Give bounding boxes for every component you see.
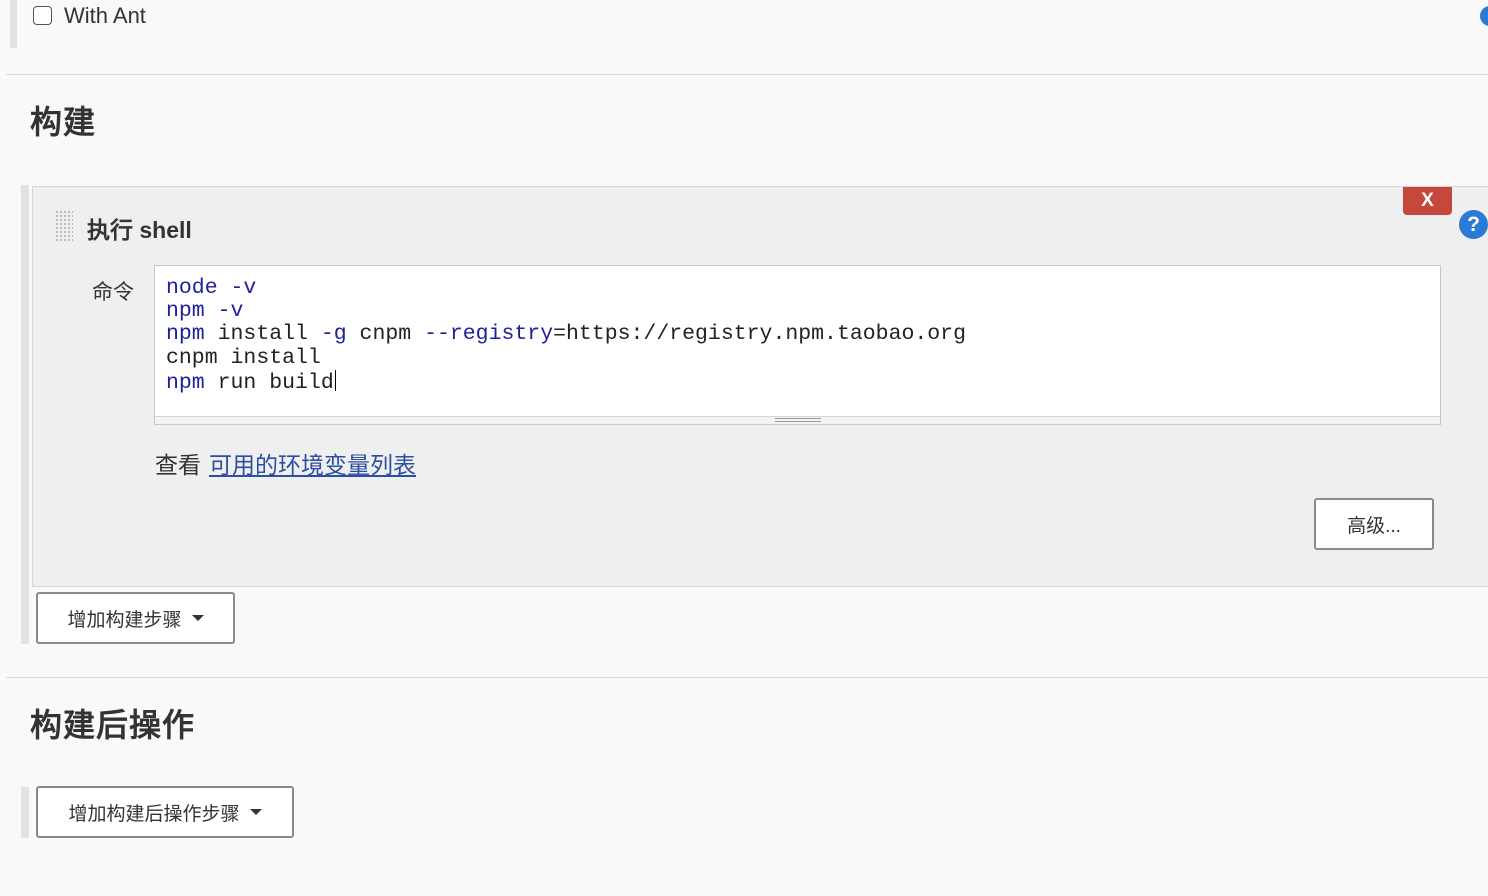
command-editor[interactable]: node -v npm -v npm install -g cnpm --reg…: [154, 265, 1441, 425]
text-cursor: [334, 369, 337, 391]
add-post-build-step-button[interactable]: 增加构建后操作步骤: [36, 786, 294, 838]
code-token: npm: [166, 322, 205, 347]
code-token: -v: [230, 276, 257, 300]
env-vars-link[interactable]: 可用的环境变量列表: [209, 452, 416, 478]
drag-handle-icon[interactable]: [55, 210, 73, 242]
command-line: npm install -g cnpm --registry=https://r…: [166, 322, 966, 346]
command-line: npm run build: [166, 369, 337, 395]
code-token: -g: [320, 322, 347, 347]
command-line: cnpm install: [166, 346, 321, 370]
code-token: run build: [204, 370, 334, 395]
env-vars-line: 查看 可用的环境变量列表: [155, 446, 416, 480]
section-divider: [6, 677, 1488, 678]
section-accent-bar: [21, 787, 29, 838]
delete-step-button[interactable]: X: [1403, 187, 1452, 215]
post-build-section-title: 构建后操作: [30, 707, 196, 743]
advanced-button-label: 高级...: [1347, 515, 1401, 537]
resize-grip-icon[interactable]: [775, 418, 821, 422]
with-ant-checkbox[interactable]: [33, 6, 52, 25]
with-ant-label: With Ant: [64, 3, 146, 28]
code-token: npm: [166, 299, 205, 324]
code-token: --registry: [424, 322, 554, 347]
command-code: node -v npm -v npm install -g cnpm --reg…: [166, 276, 966, 395]
code-token: node: [166, 276, 218, 300]
section-accent-bar: [21, 185, 29, 644]
advanced-button[interactable]: 高级...: [1314, 498, 1434, 550]
add-build-step-label: 增加构建步骤: [67, 609, 182, 631]
help-icon[interactable]: ?: [1459, 210, 1488, 239]
env-vars-prefix: 查看: [155, 452, 201, 478]
command-label: 命令: [92, 281, 134, 304]
code-token: =https://registry.npm.taobao.org: [553, 322, 966, 347]
editor-resize-bar[interactable]: [155, 416, 1440, 424]
code-token: npm: [166, 370, 205, 395]
code-token: cnpm: [346, 322, 425, 347]
section-accent-bar: [10, 0, 17, 48]
help-icon[interactable]: [1480, 6, 1488, 26]
code-token: -v: [217, 299, 244, 324]
section-divider: [6, 74, 1488, 75]
build-section-title: 构建: [30, 104, 97, 140]
add-post-build-step-label: 增加构建后操作步骤: [68, 803, 240, 825]
code-token: cnpm install: [166, 345, 321, 370]
caret-down-icon: [249, 809, 262, 815]
command-line: node -v: [166, 276, 256, 300]
add-build-step-button[interactable]: 增加构建步骤: [36, 592, 235, 644]
code-token: install: [204, 322, 321, 347]
caret-down-icon: [191, 615, 204, 621]
step-title: 执行 shell: [87, 217, 192, 243]
command-line: npm -v: [166, 299, 243, 323]
